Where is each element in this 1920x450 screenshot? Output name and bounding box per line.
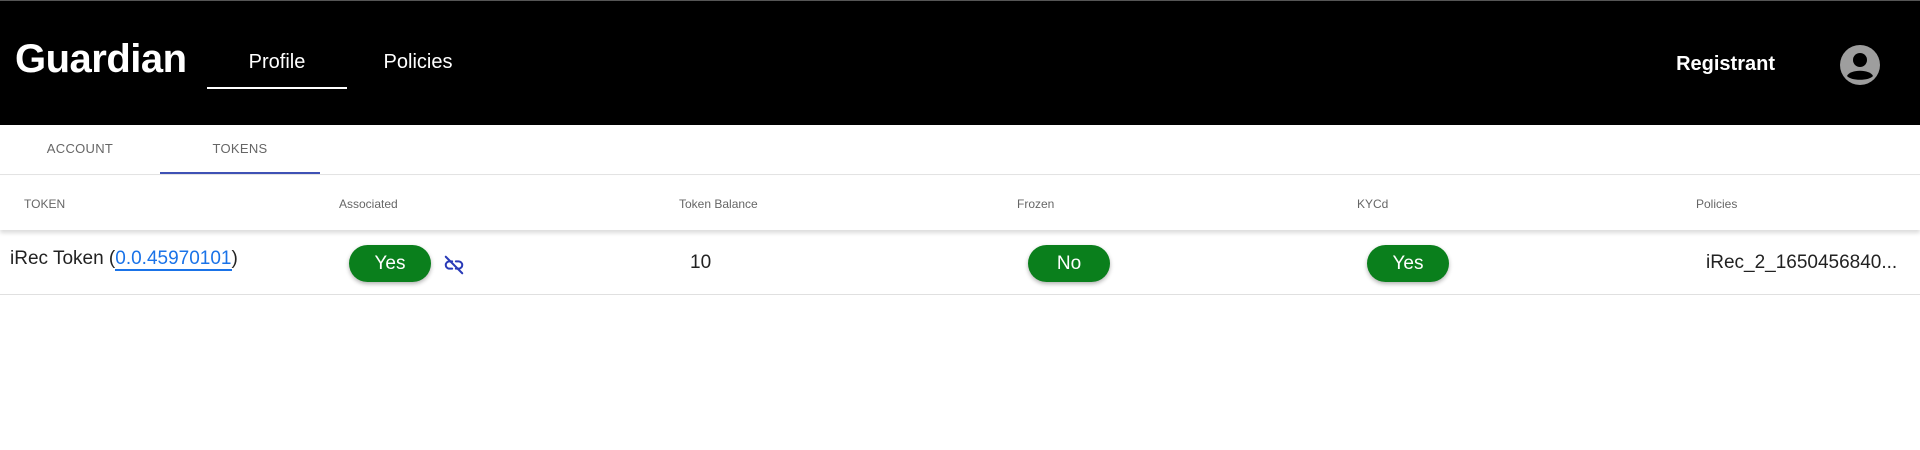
nav-active-indicator bbox=[207, 87, 347, 89]
column-header-associated: Associated bbox=[339, 197, 398, 211]
account-circle-icon[interactable] bbox=[1840, 45, 1880, 85]
table-header-row: TOKEN Associated Token Balance Frozen KY… bbox=[0, 176, 1920, 230]
nav-profile[interactable]: Profile bbox=[207, 51, 347, 74]
associated-status-badge[interactable]: Yes bbox=[349, 245, 431, 282]
tab-active-indicator bbox=[160, 172, 320, 174]
tab-tokens[interactable]: TOKENS bbox=[160, 125, 320, 174]
token-id-open-paren: ( bbox=[103, 248, 116, 269]
column-header-token: TOKEN bbox=[24, 197, 66, 211]
token-name: iRec Token bbox=[10, 248, 104, 269]
link-off-icon[interactable] bbox=[443, 254, 465, 276]
app-logo-text: Guardian bbox=[15, 37, 187, 81]
column-header-policies: Policies bbox=[1696, 197, 1738, 211]
token-balance-value: 10 bbox=[690, 252, 712, 273]
column-header-kycd: KYCd bbox=[1357, 197, 1389, 211]
token-id-close-paren: ) bbox=[231, 248, 238, 269]
kycd-status-badge[interactable]: Yes bbox=[1367, 245, 1449, 282]
user-name[interactable]: Registrant bbox=[1676, 53, 1775, 76]
profile-tabs: ACCOUNT TOKENS bbox=[0, 125, 1920, 175]
policies-value: iRec_2_1650456840... bbox=[1706, 252, 1898, 273]
token-cell: iRec Token (0.0.45970101) bbox=[10, 248, 238, 271]
column-header-token-balance: Token Balance bbox=[679, 197, 758, 211]
table-row: iRec Token (0.0.45970101) Yes 10 No Yes … bbox=[0, 230, 1920, 295]
frozen-status-badge[interactable]: No bbox=[1028, 245, 1110, 282]
nav-policies[interactable]: Policies bbox=[368, 51, 468, 74]
token-id-link[interactable]: 0.0.45970101 bbox=[115, 248, 232, 271]
tab-account[interactable]: ACCOUNT bbox=[0, 125, 160, 174]
top-app-bar: Guardian Profile Policies Registrant bbox=[0, 0, 1920, 125]
column-header-frozen: Frozen bbox=[1017, 197, 1055, 211]
